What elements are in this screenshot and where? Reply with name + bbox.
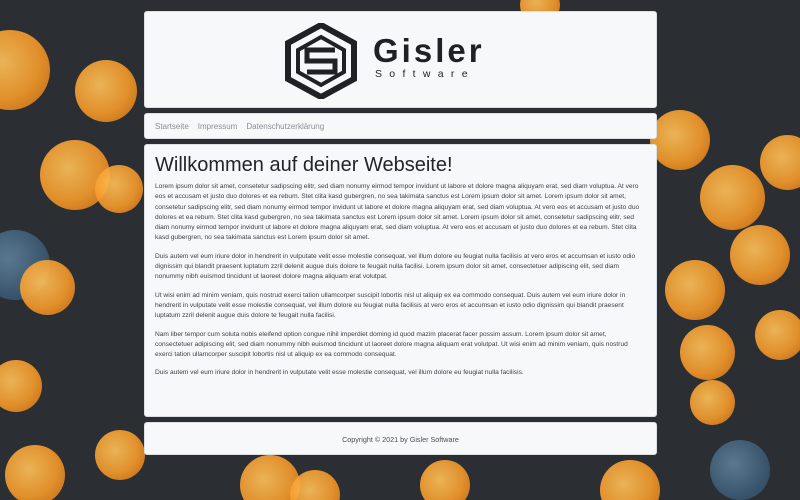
paragraph-4: Nam liber tempor cum soluta nobis eleife… xyxy=(155,330,628,359)
nav-link-impressum[interactable]: Impressum xyxy=(198,114,238,140)
paragraph-1: Lorem ipsum dolor sit amet, consetetur s… xyxy=(155,183,640,242)
header-card: Gisler Software xyxy=(144,11,657,108)
nav-link-datenschutz[interactable]: Datenschutzerklärung xyxy=(246,114,324,140)
nav-link-startseite[interactable]: Startseite xyxy=(155,114,189,140)
paragraph-2: Duis autem vel eum iriure dolor in hendr… xyxy=(155,252,636,281)
brand-name: Gisler xyxy=(373,32,485,69)
brand-logo[interactable]: Gisler Software xyxy=(283,23,523,99)
brand-tagline: Software xyxy=(375,68,475,80)
paragraph-5: Duis autem vel eum iriure dolor in hendr… xyxy=(155,369,524,377)
paragraph-3: Ut wisi enim ad minim veniam, quis nostr… xyxy=(155,291,626,320)
main-content: Willkommen auf deiner Webseite! Lorem ip… xyxy=(144,144,657,417)
navigation-bar: Startseite Impressum Datenschutzerklärun… xyxy=(144,113,657,139)
page-title: Willkommen auf deiner Webseite! xyxy=(155,154,453,176)
hexagon-logo-icon xyxy=(285,23,357,99)
footer: Copyright © 2021 by Gisler Software xyxy=(144,422,657,455)
copyright-text: Copyright © 2021 by Gisler Software xyxy=(342,435,459,444)
